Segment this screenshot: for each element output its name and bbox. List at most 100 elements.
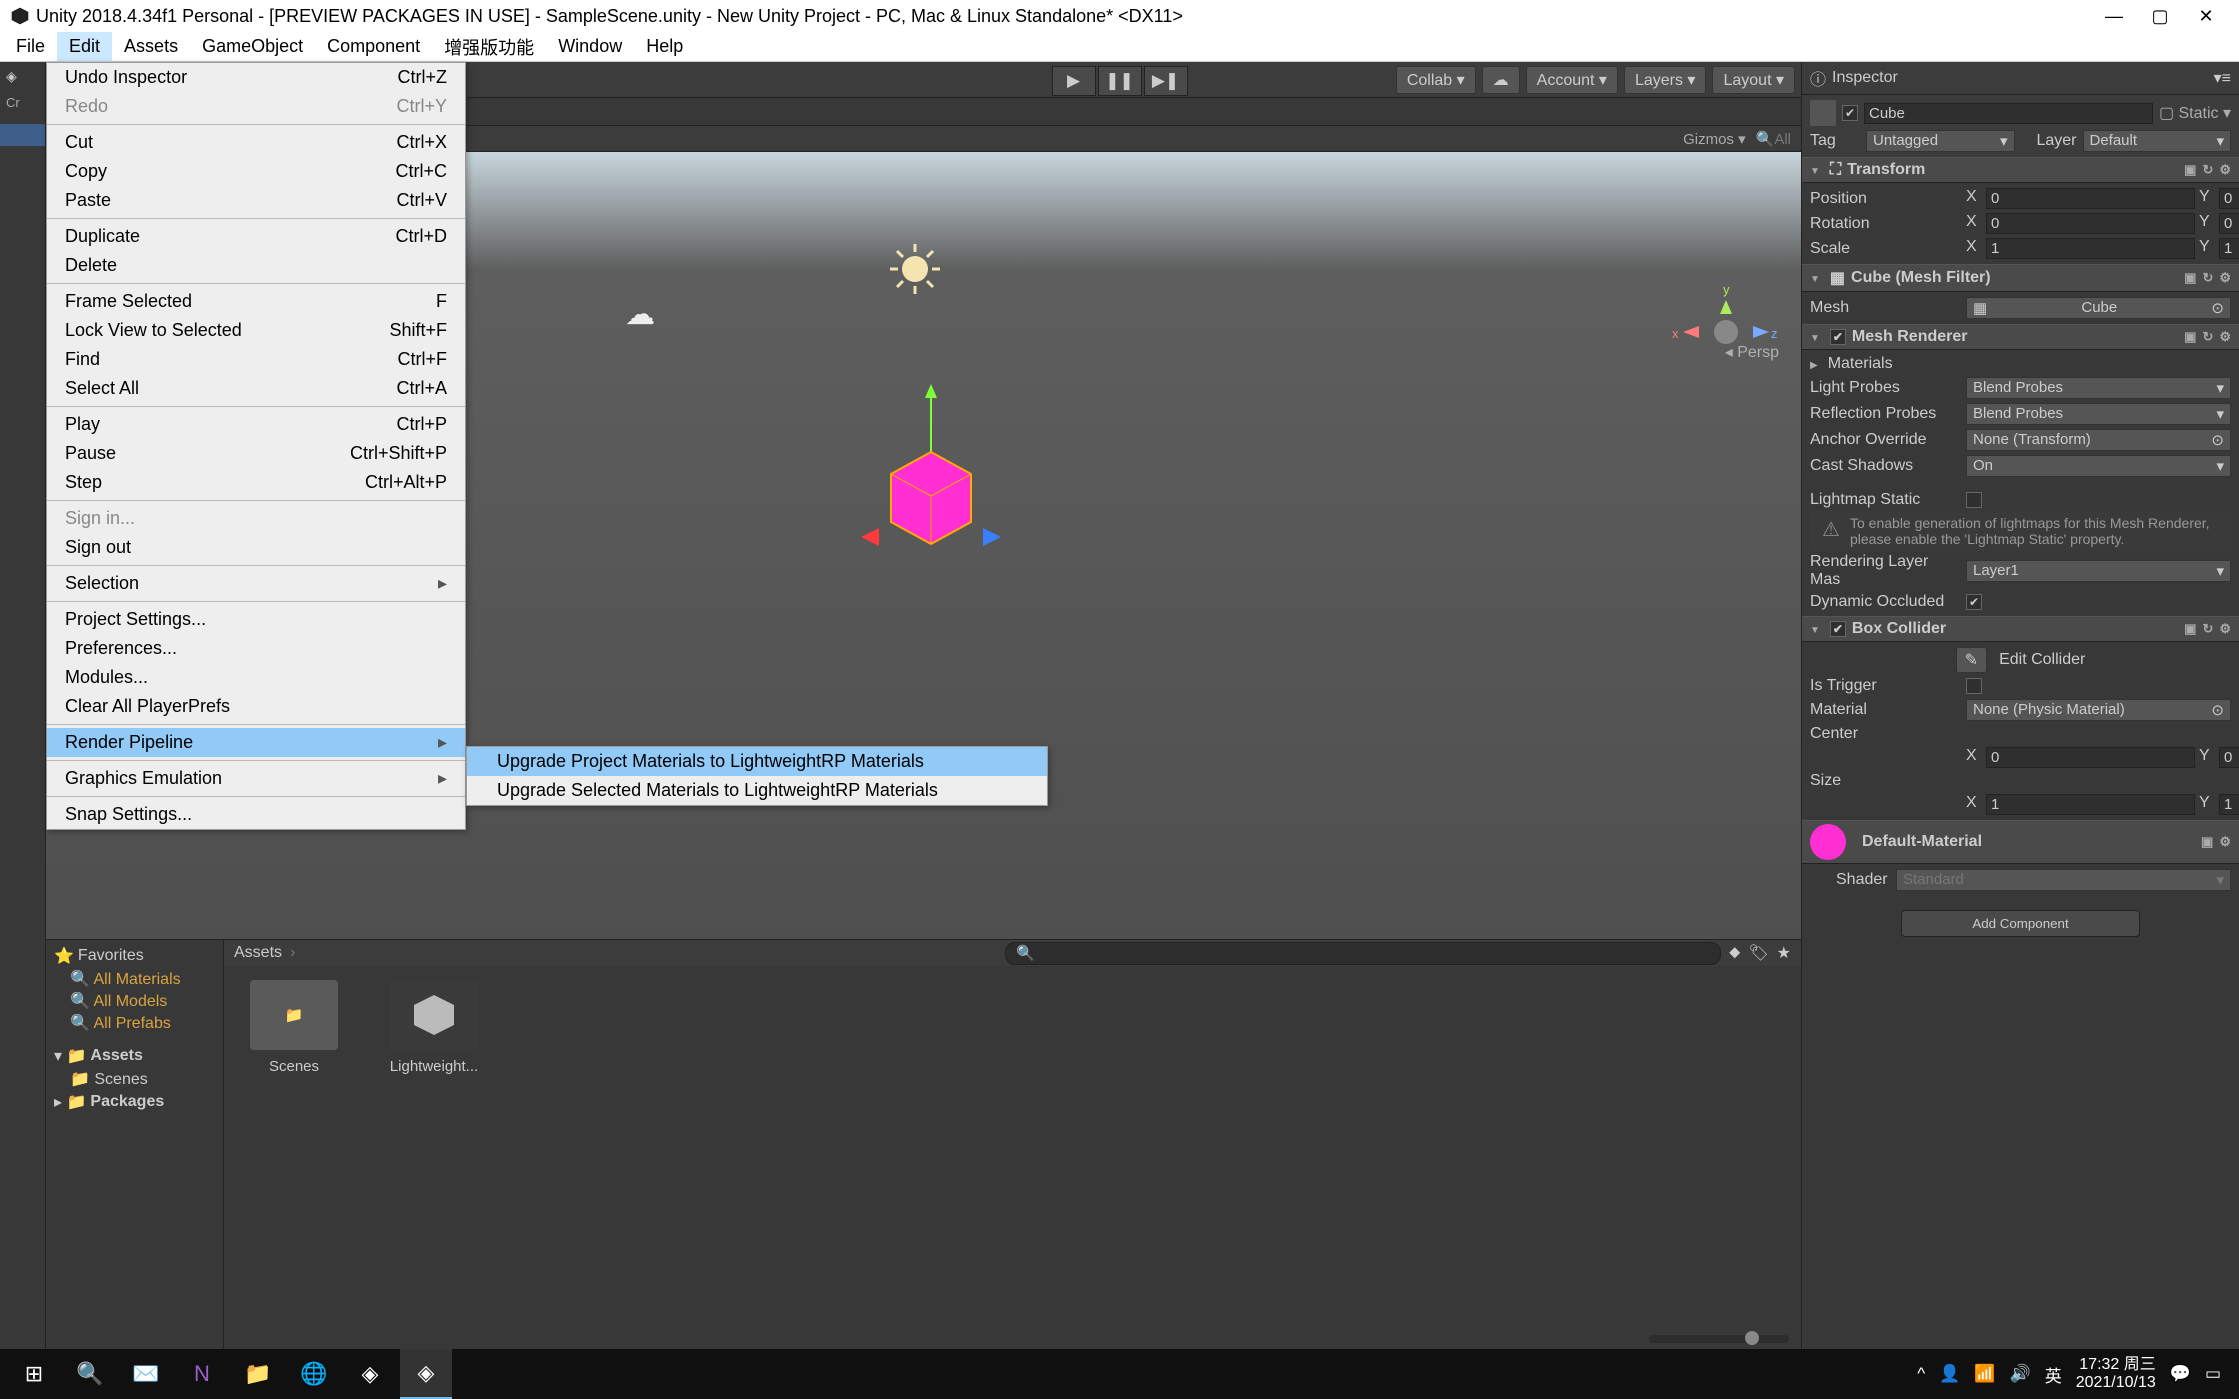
menu-enhanced[interactable]: 增强版功能 — [432, 30, 546, 64]
render-upgrade-selected-materials-to-lightweightrp-materials[interactable]: Upgrade Selected Materials to Lightweigh… — [467, 776, 1047, 805]
unity-hub-icon[interactable]: ◈ — [344, 1349, 396, 1399]
edit-paste[interactable]: PasteCtrl+V — [47, 186, 465, 215]
edit-delete[interactable]: Delete — [47, 251, 465, 280]
filter-icon[interactable]: ⬥ — [1729, 944, 1740, 962]
help-icon[interactable]: ▣ — [2184, 162, 2196, 178]
unity-editor-taskbar-icon[interactable]: ◈ — [400, 1349, 452, 1399]
fav-all-models[interactable]: 🔍 All Models — [50, 990, 219, 1012]
fav-all-materials[interactable]: 🔍 All Materials — [50, 968, 219, 990]
notifications-icon[interactable]: 💬 — [2170, 1364, 2191, 1384]
people-icon[interactable]: 👤 — [1939, 1364, 1960, 1384]
cast-shadows-dropdown[interactable]: On▾ — [1966, 455, 2231, 477]
edit-snap-settings-[interactable]: Snap Settings... — [47, 800, 465, 829]
edit-copy[interactable]: CopyCtrl+C — [47, 157, 465, 186]
menu-window[interactable]: Window — [546, 32, 634, 61]
rot-y[interactable] — [2219, 213, 2239, 234]
close-button[interactable]: ✕ — [2183, 0, 2229, 32]
search-taskbar-icon[interactable]: 🔍 — [64, 1349, 116, 1399]
mail-icon[interactable]: ✉️ — [120, 1349, 172, 1399]
assets-folder[interactable]: ▾ 📁 Assets — [50, 1044, 219, 1068]
menu-gameobject[interactable]: GameObject — [190, 32, 315, 61]
ime-indicator[interactable]: 英 — [2045, 1362, 2062, 1387]
edit-pause[interactable]: PauseCtrl+Shift+P — [47, 439, 465, 468]
scene-search[interactable]: 🔍All — [1756, 130, 1791, 148]
directional-light-gizmo-icon[interactable] — [888, 242, 943, 302]
label-icon[interactable]: 🏷 — [1748, 943, 1768, 963]
menu-file[interactable]: File — [4, 32, 57, 61]
start-button[interactable]: ⊞ — [8, 1349, 60, 1399]
is-trigger-checkbox[interactable] — [1966, 678, 1982, 694]
edit-selection[interactable]: Selection▸ — [47, 569, 465, 598]
clock[interactable]: 17:32 周三 2021/10/13 — [2076, 1356, 2156, 1391]
scale-y[interactable] — [2219, 238, 2239, 259]
layer-dropdown[interactable]: Default▾ — [2083, 130, 2232, 152]
size-y[interactable] — [2219, 794, 2239, 815]
material-header[interactable]: Default-Material▣⚙ — [1802, 820, 2239, 864]
project-tree[interactable]: ⭐ Favorites 🔍 All Materials 🔍 All Models… — [46, 940, 224, 1349]
meshrenderer-header[interactable]: ✔ Mesh Renderer▣↻⚙ — [1802, 324, 2239, 350]
scenes-folder[interactable]: 📁 Scenes — [50, 1068, 219, 1090]
pos-x[interactable] — [1986, 188, 2195, 209]
layout-dropdown[interactable]: Layout ▾ — [1712, 66, 1795, 94]
menu-help[interactable]: Help — [634, 32, 695, 61]
scale-x[interactable] — [1986, 238, 2195, 259]
render-layer-dropdown[interactable]: Layer1▾ — [1966, 560, 2231, 582]
menu-assets[interactable]: Assets — [112, 32, 190, 61]
explorer-icon[interactable]: 📁 — [232, 1349, 284, 1399]
reset-icon[interactable]: ↻ — [2202, 162, 2213, 178]
rot-x[interactable] — [1986, 213, 2195, 234]
camera-gizmo-icon[interactable]: ☁ — [625, 297, 655, 332]
active-checkbox[interactable]: ✔ — [1842, 105, 1858, 121]
edit-sign-in-[interactable]: Sign in... — [47, 504, 465, 533]
edit-find[interactable]: FindCtrl+F — [47, 345, 465, 374]
play-button[interactable]: ▶ — [1052, 66, 1096, 96]
dynamic-occluded-checkbox[interactable]: ✔ — [1966, 594, 1982, 610]
center-x[interactable] — [1986, 747, 2195, 768]
edit-play[interactable]: PlayCtrl+P — [47, 410, 465, 439]
wifi-icon[interactable]: 📶 — [1974, 1364, 1995, 1384]
inspector-tab[interactable]: ⓘ Inspector▾≡ — [1802, 62, 2239, 95]
thumbnail-size-slider[interactable] — [1649, 1335, 1789, 1343]
menu-edit[interactable]: Edit — [57, 32, 112, 61]
gear-icon[interactable]: ⚙ — [2219, 162, 2231, 178]
action-center-icon[interactable]: ▭ — [2205, 1364, 2221, 1384]
pause-button[interactable]: ❚❚ — [1098, 66, 1142, 96]
menu-component[interactable]: Component — [315, 32, 432, 61]
tag-dropdown[interactable]: Untagged▾ — [1866, 130, 2015, 152]
maximize-button[interactable]: ▢ — [2137, 0, 2183, 32]
packages-folder[interactable]: ▸ 📁 Packages — [50, 1090, 219, 1114]
project-breadcrumb[interactable]: Assets › ⬥ 🏷 ★ — [224, 940, 1801, 966]
lightmap-static-checkbox[interactable] — [1966, 492, 1982, 508]
onenote-icon[interactable]: N — [176, 1349, 228, 1399]
perspective-label[interactable]: ◂ Persp — [1725, 342, 1779, 362]
edit-undo-inspector[interactable]: Undo InspectorCtrl+Z — [47, 63, 465, 92]
gizmos-dropdown[interactable]: Gizmos ▾ — [1683, 130, 1746, 148]
size-x[interactable] — [1986, 794, 2195, 815]
boxcollider-header[interactable]: ✔ Box Collider▣↻⚙ — [1802, 616, 2239, 642]
star-icon[interactable]: ★ — [1777, 943, 1791, 963]
anchor-override-field[interactable]: None (Transform)⊙ — [1966, 429, 2231, 451]
edit-clear-all-playerprefs[interactable]: Clear All PlayerPrefs — [47, 692, 465, 721]
edit-render-pipeline[interactable]: Render Pipeline▸ — [47, 728, 465, 757]
minimize-button[interactable]: — — [2091, 0, 2137, 32]
tray-chevron-icon[interactable]: ^ — [1917, 1364, 1925, 1384]
favorites-header[interactable]: ⭐ Favorites — [50, 944, 219, 968]
pos-y[interactable] — [2219, 188, 2239, 209]
add-component-button[interactable]: Add Component — [1901, 910, 2139, 937]
physic-material-field[interactable]: None (Physic Material)⊙ — [1966, 699, 2231, 721]
edit-duplicate[interactable]: DuplicateCtrl+D — [47, 222, 465, 251]
edit-preferences-[interactable]: Preferences... — [47, 634, 465, 663]
edit-select-all[interactable]: Select AllCtrl+A — [47, 374, 465, 403]
edit-redo[interactable]: RedoCtrl+Y — [47, 92, 465, 121]
shader-dropdown[interactable]: Standard▾ — [1896, 869, 2231, 891]
cloud-button[interactable]: ☁ — [1482, 66, 1520, 94]
layers-dropdown[interactable]: Layers ▾ — [1624, 66, 1707, 94]
meshfilter-header[interactable]: ▦ Cube (Mesh Filter)▣↻⚙ — [1802, 264, 2239, 292]
mesh-field[interactable]: ▦ Cube⊙ — [1966, 297, 2231, 319]
account-dropdown[interactable]: Account ▾ — [1526, 66, 1618, 94]
edit-lock-view-to-selected[interactable]: Lock View to SelectedShift+F — [47, 316, 465, 345]
fav-all-prefabs[interactable]: 🔍 All Prefabs — [50, 1012, 219, 1034]
orientation-gizmo[interactable]: yxz — [1671, 282, 1781, 387]
edit-collider-button[interactable]: ✎ — [1956, 647, 1987, 673]
project-search[interactable] — [1005, 942, 1721, 965]
